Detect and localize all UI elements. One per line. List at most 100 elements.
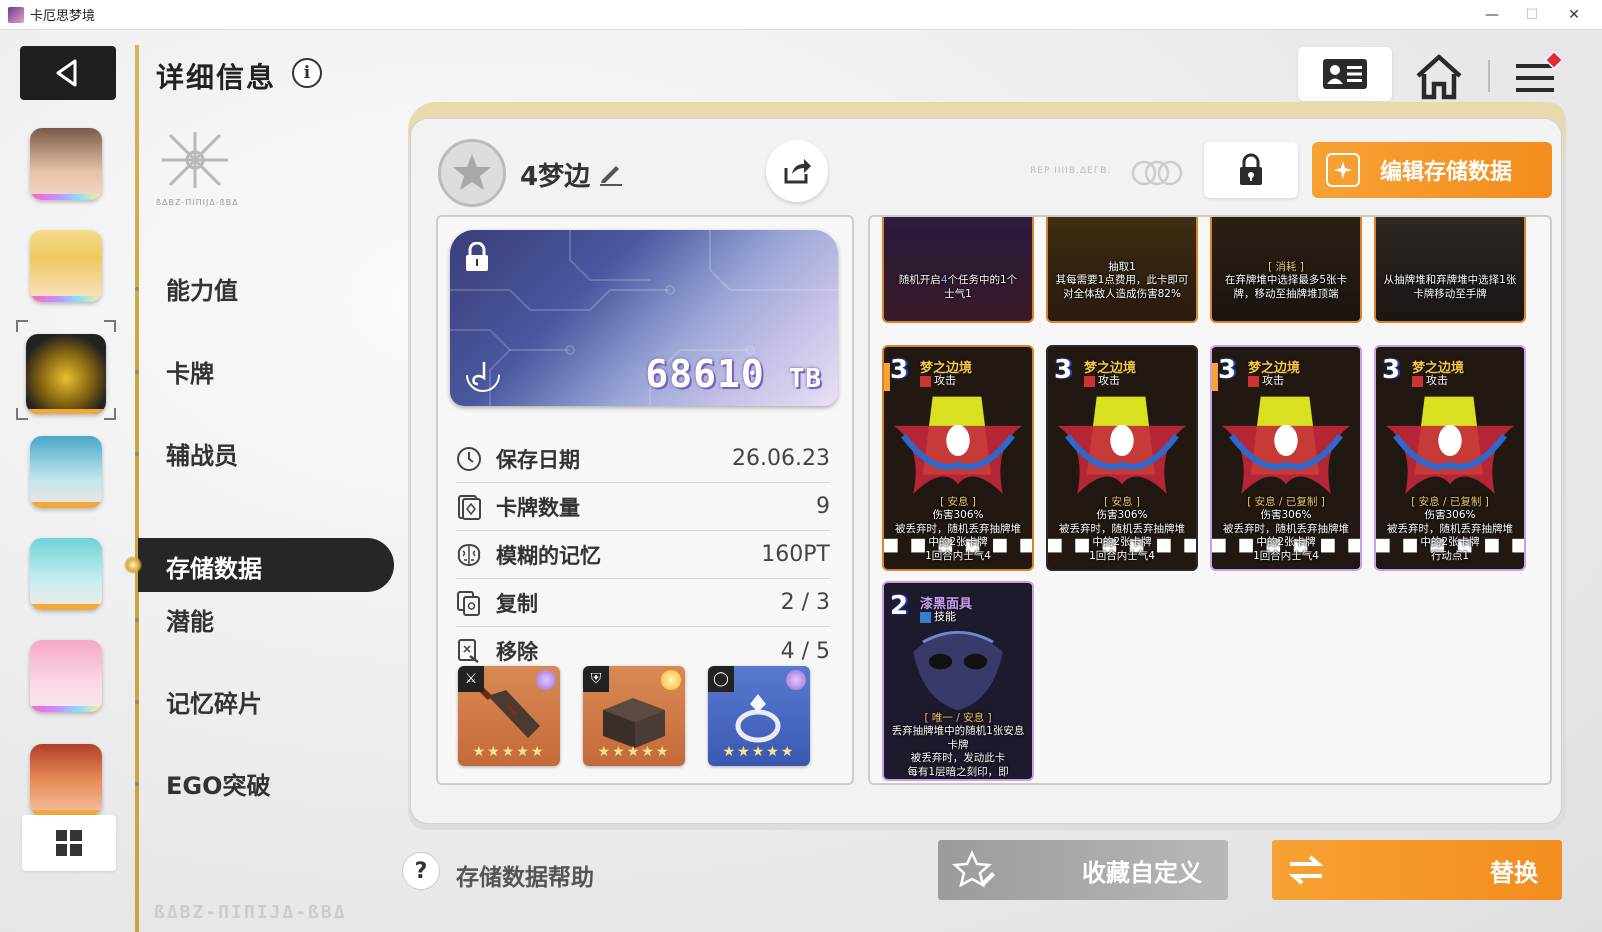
card-list: 随机开启4个任务中的1个 士气1 抽取1 其每需要1点费用，此卡即可对全体敌人造成伤… bbox=[868, 215, 1552, 785]
deck-card[interactable]: 随机开启4个任务中的1个 士气1 bbox=[882, 217, 1034, 323]
stat-label: 复制 bbox=[496, 591, 538, 616]
menu-dot bbox=[135, 452, 139, 456]
page-title: 详细信息 bbox=[156, 61, 277, 94]
grid-view-button[interactable] bbox=[22, 815, 116, 871]
clock-icon bbox=[457, 446, 481, 471]
lock-button[interactable] bbox=[1204, 142, 1298, 198]
character-avatar-2[interactable] bbox=[30, 230, 102, 302]
sword-icon: ⚔ bbox=[458, 666, 484, 692]
help-icon[interactable]: ? bbox=[402, 852, 440, 890]
favorite-custom-button[interactable]: 收藏自定义 bbox=[938, 840, 1228, 900]
divider bbox=[1488, 60, 1490, 92]
remove-icon bbox=[458, 639, 479, 663]
deck-card[interactable]: [ 消耗 ] 在弃牌堆中选择最多5张卡牌，移动至抽牌堆顶端 bbox=[1210, 217, 1362, 323]
home-icon[interactable] bbox=[1414, 52, 1464, 102]
card-description: 从抽牌堆和弃牌堆中选择1张卡牌移动至手牌 bbox=[1383, 274, 1517, 300]
character-avatar-7[interactable] bbox=[30, 744, 102, 816]
share-button[interactable] bbox=[766, 140, 828, 202]
rings-icon bbox=[1131, 160, 1183, 186]
replace-label: 替换 bbox=[1490, 858, 1538, 887]
card-description: [ 安息 ] 伤害306% 被丢弃时，随机丢弃抽牌堆中的2张卡牌 1回合内士气4 bbox=[1059, 495, 1185, 562]
save-slot-badge bbox=[438, 139, 506, 207]
menu-dot bbox=[135, 700, 139, 704]
deck-card-dream-border[interactable]: 3 梦之边境 攻击 [ 安息 / 已复制 ] 伤害306% 被丢弃时，随机丢弃抽牌堆… bbox=[1374, 345, 1526, 571]
character-avatar-4[interactable] bbox=[30, 436, 102, 508]
share-icon bbox=[784, 159, 811, 184]
card-type: 攻击 bbox=[1084, 372, 1120, 388]
back-button[interactable] bbox=[20, 46, 116, 100]
stat-label: 移除 bbox=[496, 640, 538, 664]
menu-dot bbox=[135, 782, 139, 786]
menu-item-saved-data-label: 存储数据 bbox=[166, 555, 262, 583]
maximize-button[interactable]: ☐ bbox=[1510, 0, 1554, 30]
help-link[interactable]: 存储数据帮助 bbox=[456, 858, 594, 892]
stat-label: 保存日期 bbox=[496, 447, 580, 472]
close-button[interactable]: ✕ bbox=[1552, 0, 1596, 30]
character-avatar-6[interactable] bbox=[30, 640, 102, 712]
menu-item-cards[interactable]: 卡牌 bbox=[166, 354, 214, 389]
card-type: 攻击 bbox=[1412, 372, 1448, 388]
stat-row-copy: 复制 2 / 3 bbox=[456, 579, 830, 627]
character-avatar-5[interactable] bbox=[30, 538, 102, 610]
id-card-icon bbox=[1323, 59, 1367, 89]
stat-value: 26.06.23 bbox=[732, 446, 830, 471]
emblem-subtitle: ßΔBZ-ΠIΠIJΔ-ßBΔ bbox=[156, 198, 239, 207]
menu-item-potential[interactable]: 潜能 bbox=[166, 602, 214, 637]
info-icon[interactable]: i bbox=[292, 58, 322, 88]
music-note-icon bbox=[466, 358, 500, 392]
card-type: 技能 bbox=[920, 608, 956, 624]
edit-saved-data-label: 编辑存储数据 bbox=[1380, 160, 1513, 185]
equipment-armor[interactable]: ⛨ ★★★★★ bbox=[583, 666, 685, 766]
lock-icon bbox=[466, 242, 488, 271]
star-rating: ★★★★★ bbox=[472, 744, 546, 760]
deck-card-dream-border[interactable]: 3 梦之边境 攻击 [ 安息 / 已复制 ] 伤害306% 被丢弃时，随机丢弃抽牌堆… bbox=[1210, 345, 1362, 571]
stat-value: 2 / 3 bbox=[780, 590, 830, 615]
character-avatar-3-selected[interactable] bbox=[26, 334, 106, 414]
deck-card-dream-border[interactable]: 3 梦之边境 攻击 [ 安息 ] 伤害306% 被丢弃时，随机丢弃抽牌堆中的2张卡牌… bbox=[882, 345, 1034, 571]
card-description: [ 安息 / 已复制 ] 伤害306% 被丢弃时，随机丢弃抽牌堆中的2张卡牌 1回合内… bbox=[1223, 495, 1349, 562]
deck-card-black-mask[interactable]: 2 漆黑面具 技能 [ 唯一 / 安息 ] 丢弃抽牌堆中的随机1张安息卡牌 被丢弃时… bbox=[882, 581, 1034, 781]
app-stage: 详细信息 i ßΔBZ-ΠIΠIJΔ-ßBΔ 能力值 卡牌 辅战员 存储数据 潜… bbox=[0, 30, 1602, 932]
character-rail bbox=[0, 30, 136, 932]
swap-icon bbox=[1288, 855, 1324, 885]
rarity-gem bbox=[786, 670, 806, 690]
title-bar: 卡厄思梦境 — ☐ ✕ bbox=[0, 0, 1602, 30]
menu-item-stats[interactable]: 能力值 bbox=[166, 271, 238, 306]
card-description: 随机开启4个任务中的1个 士气1 bbox=[898, 274, 1018, 300]
deck-card[interactable]: 抽取1 其每需要1点费用，此卡即可对全体敌人造成伤害82% bbox=[1046, 217, 1198, 323]
replace-button[interactable]: 替换 bbox=[1272, 840, 1562, 900]
equipment-accessory[interactable]: ◯ ★★★★★ bbox=[708, 666, 810, 766]
stat-row-card-count: 卡牌数量 9 bbox=[456, 483, 830, 531]
stat-label: 卡牌数量 bbox=[496, 495, 580, 520]
minimize-button[interactable]: — bbox=[1470, 0, 1514, 30]
ring-tag-icon: ◯ bbox=[708, 666, 734, 692]
hamburger-menu-icon[interactable] bbox=[1512, 52, 1562, 102]
deck-card[interactable]: 从抽牌堆和弃牌堆中选择1张卡牌移动至手牌 bbox=[1374, 217, 1526, 323]
rarity-gem bbox=[536, 670, 556, 690]
card-description: [ 消耗 ] 在弃牌堆中选择最多5张卡牌，移动至抽牌堆顶端 bbox=[1224, 260, 1348, 300]
edit-card-icon bbox=[1326, 153, 1360, 187]
deck-card-dream-border[interactable]: 3 梦之边境 攻击 [ 安息 ] 伤害306% 被丢弃时，随机丢弃抽牌堆中的2张卡牌… bbox=[1046, 345, 1198, 571]
stat-row-memory: 模糊的记忆 160PT bbox=[456, 531, 830, 579]
card-cost: 2 bbox=[889, 591, 909, 621]
grid-icon bbox=[56, 830, 82, 856]
card-type: 攻击 bbox=[1248, 372, 1284, 388]
save-name: 4梦边 bbox=[520, 162, 591, 192]
edit-name-icon[interactable] bbox=[598, 160, 624, 186]
window-title: 卡厄思梦境 bbox=[30, 9, 96, 24]
menu-item-support[interactable]: 辅战员 bbox=[166, 436, 238, 471]
back-arrow-icon bbox=[56, 59, 77, 87]
menu-item-memory-fragments[interactable]: 记忆碎片 bbox=[166, 684, 262, 719]
menu-item-ego-breakthrough[interactable]: EGO突破 bbox=[166, 766, 271, 801]
star-icon bbox=[453, 154, 491, 190]
profile-card-button[interactable] bbox=[1298, 47, 1392, 101]
card-description: [ 安息 ] 伤害306% 被丢弃时，随机丢弃抽牌堆中的2张卡牌 1回合内士气4 bbox=[895, 495, 1021, 562]
card-cost: 3 bbox=[1053, 355, 1073, 385]
brain-icon bbox=[457, 543, 481, 566]
menu-dot bbox=[135, 618, 139, 622]
edit-saved-data-button[interactable]: 编辑存储数据 bbox=[1312, 142, 1552, 198]
equipment-weapon[interactable]: ⚔ ★★★★★ bbox=[458, 666, 560, 766]
save-summary-card: 68610 TB bbox=[450, 230, 838, 406]
stat-label: 模糊的记忆 bbox=[496, 543, 601, 568]
character-avatar-1[interactable] bbox=[30, 128, 102, 200]
